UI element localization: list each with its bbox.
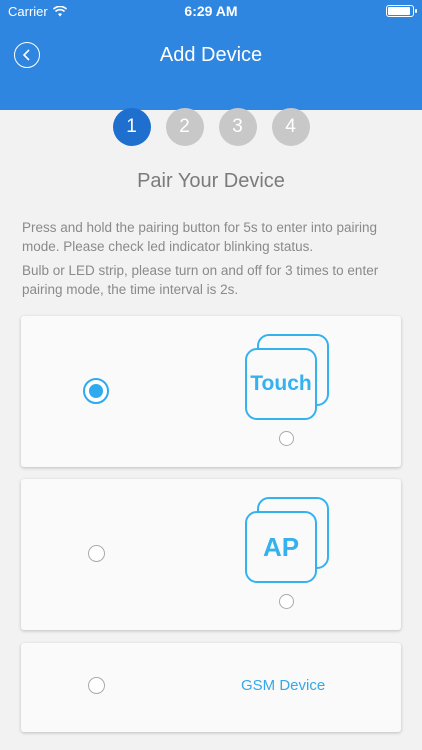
battery-icon [386, 5, 417, 17]
instruction-text-2: Bulb or LED strip, please turn on and of… [22, 263, 379, 297]
ap-icon: AP [243, 497, 333, 587]
page-title: Add Device [159, 44, 263, 66]
step-indicator: 1 2 3 4 [0, 108, 422, 146]
radio-ap-secondary[interactable] [279, 594, 294, 609]
header-bar: Carrier 6:29 AM Add Device [0, 0, 422, 110]
radio-gsm[interactable] [88, 677, 105, 694]
touch-icon: Touch [243, 334, 333, 424]
step-4: 4 [271, 108, 310, 146]
gsm-label: GSM Device [241, 677, 326, 694]
step-3: 3 [218, 108, 257, 146]
step-2: 2 [165, 108, 204, 146]
option-card-ap[interactable]: AP [21, 479, 401, 630]
option-card-touch[interactable]: Touch [21, 316, 401, 467]
radio-touch[interactable] [83, 378, 109, 404]
step-1: 1 [112, 108, 151, 146]
status-time: 6:29 AM [184, 3, 238, 19]
ap-label: AP [245, 511, 317, 583]
status-bar: Carrier 6:29 AM [0, 0, 422, 22]
instruction-text-1: Press and hold the pairing button for 5s… [22, 220, 377, 254]
option-card-gsm[interactable]: GSM Device [21, 643, 401, 732]
radio-touch-secondary[interactable] [279, 431, 294, 446]
touch-label: Touch [245, 348, 317, 420]
section-heading: Pair Your Device [137, 170, 285, 192]
radio-ap[interactable] [88, 545, 105, 562]
